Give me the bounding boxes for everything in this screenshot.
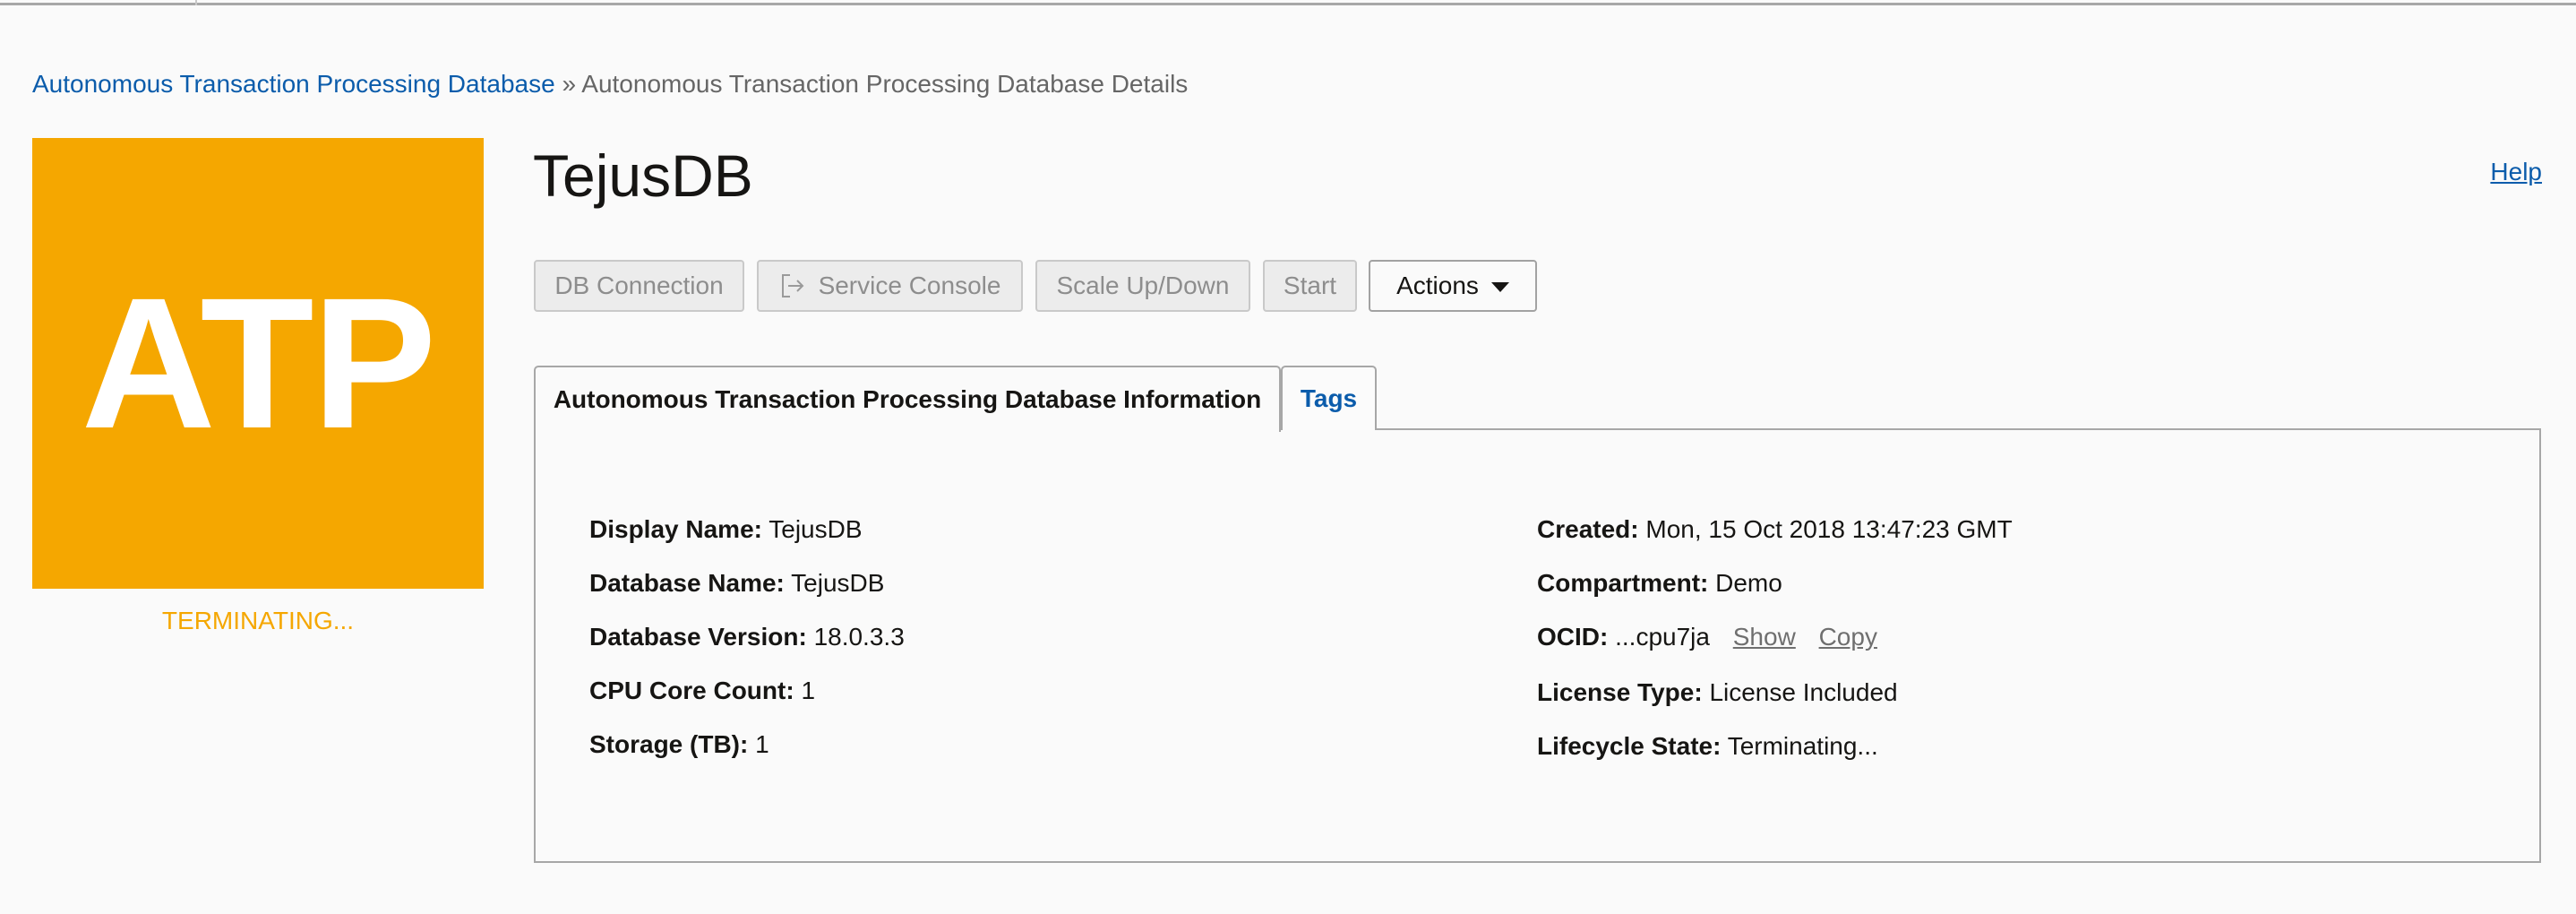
detail-created: Created: Mon, 15 Oct 2018 13:47:23 GMT	[1537, 513, 2013, 546]
detail-database-version: Database Version: 18.0.3.3	[589, 621, 905, 653]
detail-label: Database Name:	[589, 569, 785, 597]
breadcrumb: Autonomous Transaction Processing Databa…	[32, 68, 1188, 100]
breadcrumb-current: Autonomous Transaction Processing Databa…	[581, 70, 1189, 98]
external-link-icon	[779, 272, 806, 299]
detail-storage: Storage (TB): 1	[589, 729, 769, 761]
top-bar-divider	[195, 0, 197, 5]
actions-label: Actions	[1396, 272, 1479, 299]
detail-value: 1	[755, 730, 769, 758]
ocid-show-link[interactable]: Show	[1733, 623, 1796, 651]
detail-label: Lifecycle State:	[1537, 732, 1722, 760]
detail-database-name: Database Name: TejusDB	[589, 567, 884, 599]
detail-lifecycle-state: Lifecycle State: Terminating...	[1537, 730, 1878, 763]
breadcrumb-parent-link[interactable]: Autonomous Transaction Processing Databa…	[32, 70, 555, 98]
service-console-label: Service Console	[818, 272, 1001, 299]
tab-database-information[interactable]: Autonomous Transaction Processing Databa…	[534, 366, 1281, 432]
start-label: Start	[1283, 272, 1337, 299]
detail-label: Display Name:	[589, 515, 762, 543]
atp-logo-tile: ATP	[32, 138, 484, 589]
tab-tags-label: Tags	[1300, 384, 1358, 412]
detail-license-type: License Type: License Included	[1537, 677, 1898, 709]
detail-value: TejusDB	[769, 515, 863, 543]
caret-down-icon	[1490, 281, 1509, 292]
ocid-copy-link[interactable]: Copy	[1819, 623, 1877, 651]
detail-value: TejusDB	[791, 569, 885, 597]
detail-label: Database Version:	[589, 623, 807, 651]
breadcrumb-separator: »	[562, 70, 577, 98]
detail-label: OCID:	[1537, 623, 1609, 651]
tab-tags[interactable]: Tags	[1281, 366, 1377, 430]
help-link[interactable]: Help	[2490, 158, 2542, 186]
detail-value: ...cpu7ja	[1615, 623, 1710, 651]
scale-up-down-button[interactable]: Scale Up/Down	[1035, 260, 1250, 312]
lifecycle-status-label: TERMINATING...	[161, 607, 355, 634]
start-button[interactable]: Start	[1263, 260, 1357, 312]
detail-value: License Included	[1709, 678, 1898, 706]
detail-value: Terminating...	[1727, 732, 1878, 760]
detail-label: Storage (TB):	[589, 730, 749, 758]
detail-value: Mon, 15 Oct 2018 13:47:23 GMT	[1645, 515, 2013, 543]
detail-cpu-core-count: CPU Core Count: 1	[589, 675, 815, 707]
service-console-button[interactable]: Service Console	[757, 260, 1023, 312]
scale-up-down-label: Scale Up/Down	[1056, 272, 1230, 299]
detail-label: Created:	[1537, 515, 1639, 543]
detail-display-name: Display Name: TejusDB	[589, 513, 863, 546]
detail-compartment: Compartment: Demo	[1537, 567, 1782, 599]
tab-database-information-label: Autonomous Transaction Processing Databa…	[553, 385, 1262, 413]
db-connection-button[interactable]: DB Connection	[534, 260, 744, 312]
detail-value: Demo	[1715, 569, 1782, 597]
top-bar	[0, 0, 2576, 5]
page-title: TejusDB	[533, 142, 753, 209]
actions-dropdown-button[interactable]: Actions	[1369, 260, 1537, 312]
detail-value: 1	[801, 677, 816, 704]
detail-label: License Type:	[1537, 678, 1703, 706]
detail-label: Compartment:	[1537, 569, 1709, 597]
detail-value: 18.0.3.3	[813, 623, 905, 651]
detail-label: CPU Core Count:	[589, 677, 794, 704]
db-connection-label: DB Connection	[554, 272, 724, 299]
detail-ocid: OCID: ...cpu7ja Show Copy	[1537, 621, 1877, 653]
atp-logo-text: ATP	[81, 259, 437, 468]
